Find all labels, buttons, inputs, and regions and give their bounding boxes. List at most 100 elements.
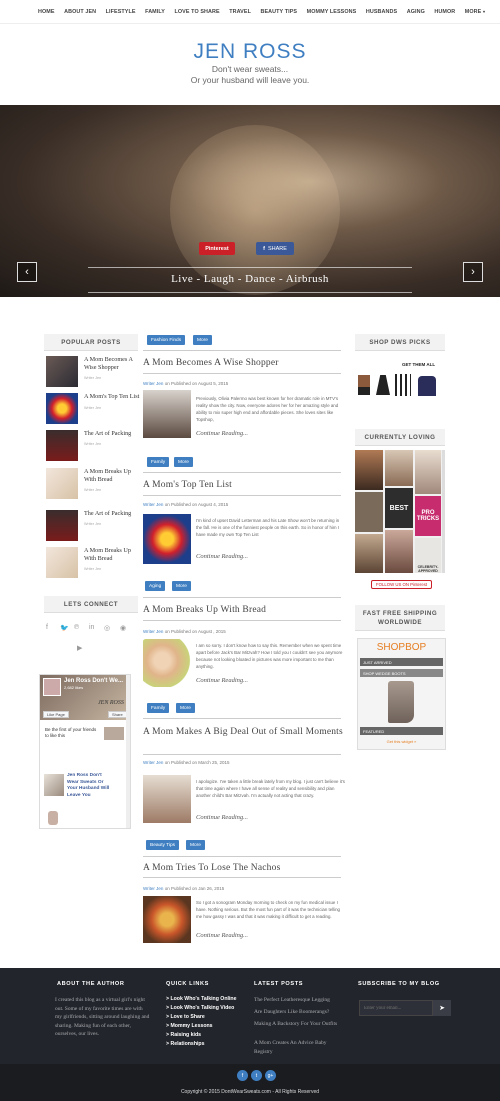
shopbop-wedge-boots-bar[interactable]: SHOP WEDGE BOOTS [360, 669, 443, 677]
pin-tile[interactable] [385, 530, 413, 573]
quick-link[interactable]: > Look Who's Talking Online [166, 996, 236, 1002]
pinterest-icon[interactable]: ℗ [74, 624, 79, 631]
linkedin-icon[interactable]: in [89, 624, 94, 631]
shopbop-logo[interactable]: SHOPBOP [358, 642, 445, 653]
quick-link[interactable]: > Relationships [166, 1041, 204, 1047]
pin-tile[interactable] [355, 492, 383, 532]
shop-item-shoes[interactable] [376, 375, 390, 395]
pinterest-button[interactable]: Pinterest [199, 242, 235, 255]
quick-link[interactable]: > Mommy Lessons [166, 1023, 213, 1029]
tag-button[interactable]: Beauty Tips [146, 840, 180, 850]
twitter-icon[interactable]: 🐦 [60, 624, 69, 632]
quick-link[interactable]: > Look Who's Talking Video [166, 1005, 234, 1011]
widget-scrollbar[interactable] [126, 675, 130, 828]
post-author[interactable]: Writer Jen [143, 502, 163, 507]
more-tag-button[interactable]: More [193, 335, 212, 345]
shop-item-boots[interactable] [358, 375, 370, 395]
nav-about[interactable]: ABOUT JEN [64, 9, 96, 15]
popular-post-title[interactable]: The Art of Packing [84, 510, 142, 518]
post-image[interactable] [143, 514, 191, 564]
post-title[interactable]: A Mom Becomes A Wise Shopper [143, 357, 343, 370]
popular-post-title[interactable]: A Mom Breaks Up With Bread [84, 468, 142, 483]
pin-tile[interactable] [385, 450, 413, 486]
nav-family[interactable]: FAMILY [145, 9, 165, 15]
facebook-like-page-button[interactable]: Like Page [43, 711, 69, 718]
latest-post-link[interactable]: Are Daughters Like Boomerangs? [254, 1008, 346, 1017]
facebook-post-title[interactable]: Jen Ross Don't Wear Sweats Or Your Husba… [67, 773, 112, 799]
continue-reading-link[interactable]: Continue Reading... [196, 553, 248, 560]
nav-more[interactable]: MORE ▾ [465, 9, 485, 15]
tag-button[interactable]: Family [147, 457, 170, 467]
tag-button[interactable]: Family [147, 703, 170, 713]
twitter-icon[interactable]: t [251, 1070, 262, 1081]
continue-reading-link[interactable]: Continue Reading... [196, 677, 248, 684]
popular-post-title[interactable]: A Mom Becomes A Wise Shopper [84, 356, 142, 371]
continue-reading-link[interactable]: Continue Reading... [196, 932, 248, 939]
post-title[interactable]: A Mom Makes A Big Deal Out of Small Mome… [143, 726, 343, 739]
nav-lifestyle[interactable]: LIFESTYLE [106, 9, 136, 15]
post-image[interactable] [143, 775, 191, 823]
more-tag-button[interactable]: More [176, 703, 195, 713]
popular-post-title[interactable]: The Art of Packing [84, 430, 142, 438]
email-subscribe-input[interactable] [359, 1000, 433, 1016]
latest-post-link[interactable]: The Perfect Leatheresque Legging [254, 996, 346, 1005]
post-image[interactable] [143, 390, 191, 438]
more-tag-button[interactable]: More [172, 581, 191, 591]
pin-tile-best[interactable]: BEST [385, 488, 413, 528]
pin-tile[interactable] [355, 534, 383, 573]
youtube-icon[interactable]: ▶ [77, 644, 82, 652]
pin-widget-scrollbar[interactable] [442, 450, 445, 573]
more-tag-button[interactable]: More [174, 457, 193, 467]
post-author[interactable]: Writer Jen [143, 886, 163, 891]
shopbop-get-widget-link[interactable]: Get this widget » [358, 739, 445, 744]
quick-link[interactable]: > Love to Share [166, 1014, 205, 1020]
nav-mommy-lessons[interactable]: MOMMY LESSONS [307, 9, 357, 15]
latest-post-link[interactable]: Making A Backstory For Your Outfits [254, 1020, 346, 1029]
more-tag-button[interactable]: More [186, 840, 205, 850]
slider-prev-arrow-icon[interactable]: ‹ [17, 262, 37, 282]
facebook-icon[interactable]: f [46, 624, 48, 631]
shopbop-just-arrived-bar[interactable]: JUST ARRIVED [360, 658, 443, 666]
facebook-share-button[interactable]: f SHARE [256, 242, 294, 255]
shopbop-featured-bar[interactable]: FEATURED [360, 727, 443, 735]
send-icon[interactable]: ➤ [433, 1000, 451, 1016]
instagram-icon[interactable]: ◎ [104, 624, 110, 632]
post-author[interactable]: Writer Jen [143, 629, 163, 634]
shopbop-boot-image[interactable] [388, 681, 414, 723]
facebook-icon[interactable]: f [237, 1070, 248, 1081]
post-author[interactable]: Writer Jen [143, 760, 163, 765]
shop-item-jacket[interactable] [418, 376, 436, 396]
nav-aging[interactable]: AGING [407, 9, 425, 15]
post-image[interactable] [143, 896, 191, 943]
post-image[interactable] [143, 639, 191, 687]
nav-home[interactable]: HOME [38, 9, 55, 15]
pin-tile[interactable] [415, 450, 441, 494]
pin-tile[interactable] [355, 450, 383, 490]
popular-post-title[interactable]: A Mom Breaks Up With Bread [84, 547, 142, 562]
tag-button[interactable]: Fashion Finds [147, 335, 186, 345]
pin-tile-celebrity[interactable]: CELEBRITY-APPROVED [415, 538, 441, 573]
latest-post-link[interactable]: A Mom Creates An Advice Baby Registry [254, 1039, 346, 1056]
site-title[interactable]: JEN ROSS [0, 40, 500, 64]
nav-humor[interactable]: HUMOR [434, 9, 455, 15]
nav-beauty-tips[interactable]: BEAUTY TIPS [260, 9, 297, 15]
github-icon[interactable]: ◉ [120, 624, 126, 632]
pinterest-board-widget[interactable]: BEST PRO TRICKS CELEBRITY-APPROVED [355, 450, 445, 573]
continue-reading-link[interactable]: Continue Reading... [196, 814, 248, 821]
quick-link[interactable]: > Raising kids [166, 1032, 201, 1038]
follow-pinterest-button[interactable]: FOLLOW US ON Pinterest [371, 580, 433, 589]
post-title[interactable]: A Mom Tries To Lose The Nachos [143, 862, 343, 875]
post-author[interactable]: Writer Jen [143, 381, 163, 386]
post-title[interactable]: A Mom's Top Ten List [143, 479, 343, 492]
slider-next-arrow-icon[interactable]: › [463, 262, 483, 282]
nav-husbands[interactable]: HUSBANDS [366, 9, 397, 15]
pin-tile-pro-tricks[interactable]: PRO TRICKS [415, 496, 441, 536]
facebook-share-button-widget[interactable]: Share [108, 711, 127, 718]
popular-post-title[interactable]: A Mom's Top Ten List [84, 393, 142, 401]
google-plus-icon[interactable]: g+ [265, 1070, 276, 1081]
nav-travel[interactable]: TRAVEL [229, 9, 251, 15]
nav-love-to-share[interactable]: LOVE TO SHARE [174, 9, 219, 15]
facebook-page-name[interactable]: Jen Ross Don't We... [64, 678, 123, 684]
tag-button[interactable]: Aging [145, 581, 166, 591]
post-title[interactable]: A Mom Breaks Up With Bread [143, 604, 343, 617]
